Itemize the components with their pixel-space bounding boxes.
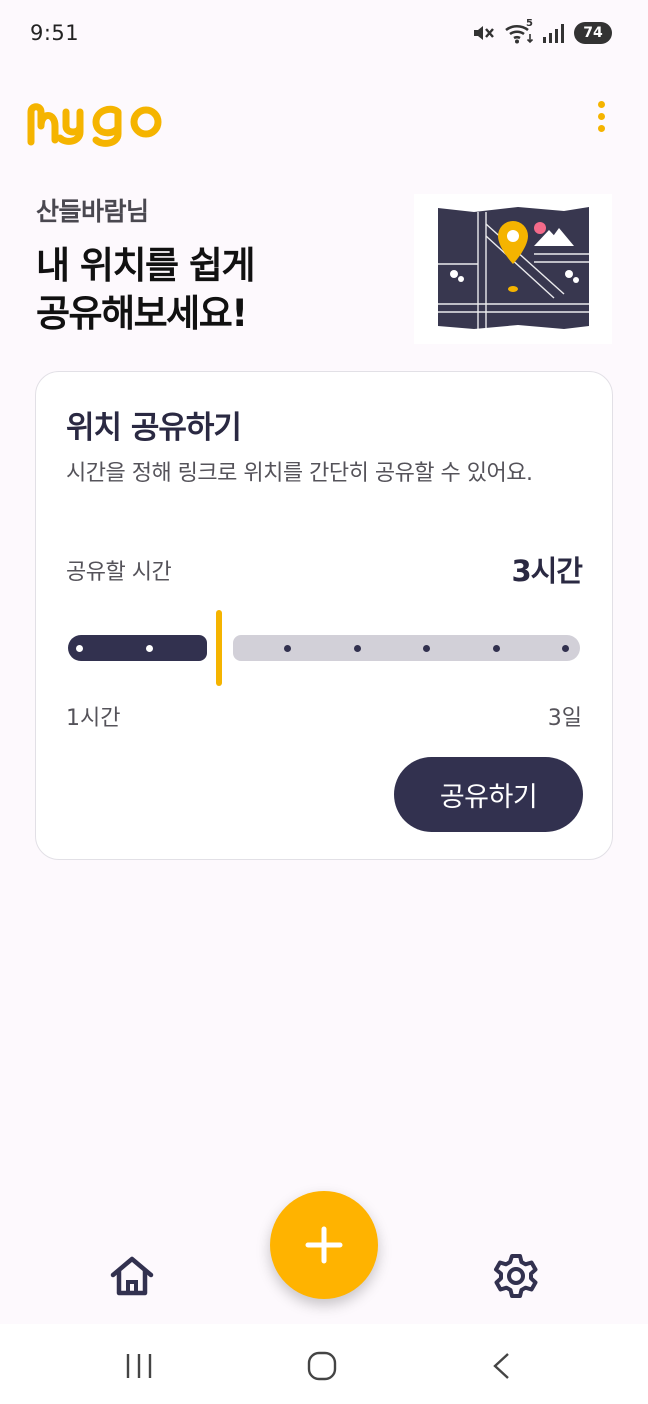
- home-icon: [110, 1256, 154, 1296]
- slider-step-tick: [76, 645, 83, 652]
- more-vert-icon: [597, 100, 605, 108]
- more-options-button[interactable]: [586, 96, 616, 136]
- recents-icon: [126, 1354, 152, 1378]
- share-button[interactable]: 공유하기: [394, 757, 583, 832]
- slider-min-label: 1시간: [66, 706, 121, 731]
- back-icon: [493, 1353, 509, 1379]
- slider-max-label: 3일: [547, 706, 582, 731]
- wifi-icon: 5: [504, 18, 534, 44]
- mygo-logo: [26, 90, 176, 156]
- circle-home-icon: [307, 1351, 337, 1381]
- duration-label: 공유할 시간: [66, 560, 172, 585]
- wifi-badge: 5: [526, 18, 533, 29]
- slider-thumb[interactable]: [216, 610, 222, 686]
- slider-step-tick: [562, 645, 569, 652]
- slider-step-tick: [284, 645, 291, 652]
- app-bar: [0, 78, 648, 158]
- slider-step-tick: [423, 645, 430, 652]
- nav-home-button[interactable]: [108, 1254, 156, 1298]
- more-vert-dot: [597, 124, 605, 132]
- card-title: 위치 공유하기: [66, 410, 242, 446]
- status-icons: 5 74: [472, 18, 612, 44]
- gear-icon: [494, 1254, 538, 1298]
- user-greeting: 산들바람님: [36, 197, 149, 226]
- duration-value: 3시간: [511, 554, 583, 588]
- slider-step-tick: [146, 645, 153, 652]
- slider-track-active: [68, 635, 207, 661]
- battery-icon: 74: [574, 22, 612, 44]
- system-nav-bar: [0, 1324, 648, 1404]
- nav-settings-button[interactable]: [492, 1252, 540, 1300]
- more-vert-dot: [597, 112, 605, 120]
- recents-button[interactable]: [124, 1352, 156, 1384]
- plus-icon: [305, 1226, 343, 1264]
- status-time: 9:51: [30, 21, 80, 45]
- signal-icon: [542, 23, 566, 43]
- location-share-card: 위치 공유하기 시간을 정해 링크로 위치를 간단히 공유할 수 있어요. 공유…: [35, 371, 613, 860]
- hero-headline: 내 위치를 쉽게 공유해보세요!: [36, 244, 256, 335]
- card-description: 시간을 정해 링크로 위치를 간단히 공유할 수 있어요.: [66, 461, 533, 486]
- system-back-button[interactable]: [490, 1351, 514, 1385]
- slider-step-tick: [493, 645, 500, 652]
- map-illustration: [414, 194, 612, 344]
- hero-section: 산들바람님 내 위치를 쉽게 공유해보세요!: [36, 192, 416, 338]
- status-bar: 9:51 5 74: [0, 0, 648, 66]
- add-button[interactable]: [270, 1191, 378, 1299]
- mute-icon: [472, 22, 496, 44]
- system-home-button[interactable]: [306, 1350, 338, 1386]
- slider-step-tick: [354, 645, 361, 652]
- duration-slider[interactable]: [66, 608, 582, 688]
